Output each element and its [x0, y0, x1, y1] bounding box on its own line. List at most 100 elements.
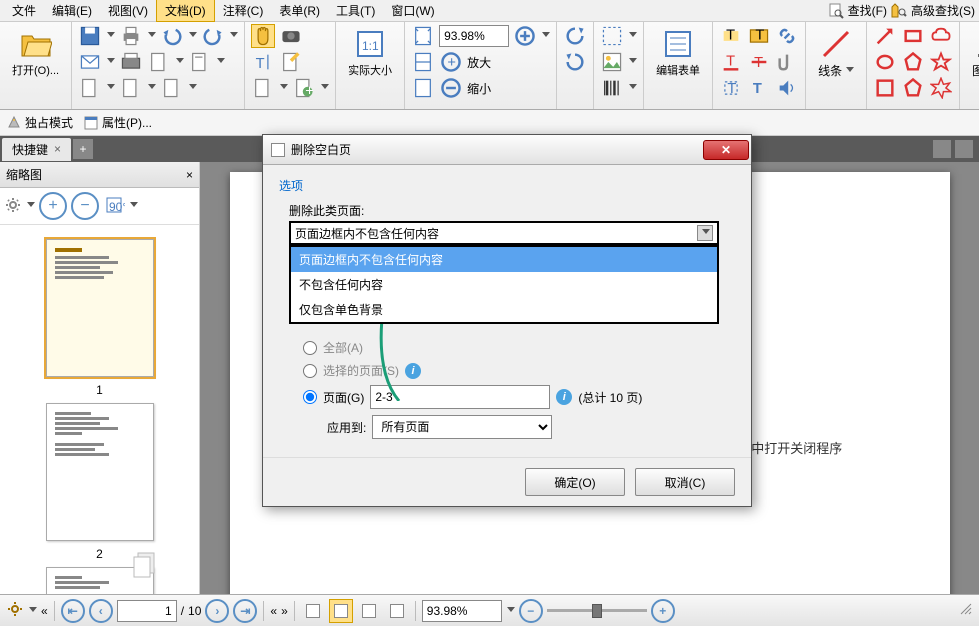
gear-icon[interactable]	[4, 196, 22, 217]
zoom-in-label[interactable]: 放大	[467, 54, 491, 71]
doc4-icon[interactable]	[119, 76, 143, 100]
burst-icon[interactable]	[929, 76, 953, 100]
strikeout-icon[interactable]: T	[747, 50, 771, 74]
menu-comment[interactable]: 注释(C)	[215, 0, 272, 21]
rect2-icon[interactable]	[873, 76, 897, 100]
page-class-combo[interactable]: 页面边框内不包含任何内容	[289, 221, 719, 245]
properties-button[interactable]: 属性(P)...	[83, 114, 152, 131]
select-text-tool[interactable]: T	[251, 50, 275, 74]
zoom-out-label[interactable]: 缩小	[467, 80, 491, 97]
ok-button[interactable]: 确定(O)	[525, 468, 625, 496]
edit-tool[interactable]	[279, 50, 303, 74]
redo-icon[interactable]	[201, 24, 225, 48]
range-all-radio[interactable]	[303, 341, 317, 355]
range-pages-radio[interactable]	[303, 390, 317, 404]
status-zoom-input[interactable]	[422, 600, 502, 622]
hand-tool[interactable]	[251, 24, 275, 48]
chevron-down-icon[interactable]	[697, 225, 713, 241]
single-page-view[interactable]	[301, 599, 325, 623]
range-selected-radio[interactable]	[303, 364, 317, 378]
menu-file[interactable]: 文件	[4, 0, 44, 21]
dialog-close-button[interactable]: ✕	[703, 140, 749, 160]
tab-0[interactable]: 快捷键×	[2, 138, 71, 161]
panel-close-icon[interactable]: ×	[186, 168, 193, 182]
rotate-thumb-icon[interactable]: 90°	[103, 194, 125, 219]
text-note-icon[interactable]: T	[747, 76, 771, 100]
insert-tool[interactable]: +	[292, 76, 316, 100]
caret-icon[interactable]: T	[719, 76, 743, 100]
combo-option-2[interactable]: 仅包含单色背景	[291, 297, 717, 322]
continuous-view[interactable]	[329, 599, 353, 623]
last-page-button[interactable]: ⇥	[233, 599, 257, 623]
stamp-button[interactable]: 图章	[966, 24, 979, 83]
zoom-in-circle[interactable]	[513, 24, 537, 48]
open-button[interactable]: 打开(O)...	[6, 24, 65, 82]
info-icon[interactable]: i	[556, 389, 572, 405]
rotate-ccw-icon[interactable]	[563, 24, 587, 48]
cancel-button[interactable]: 取消(C)	[635, 468, 735, 496]
rotate-cw-icon[interactable]	[563, 50, 587, 74]
edit-form-button[interactable]: 编辑表单	[650, 24, 706, 82]
scan-icon[interactable]	[119, 50, 143, 74]
zoom-slider[interactable]	[547, 609, 647, 612]
combo-option-1[interactable]: 不包含任何内容	[291, 272, 717, 297]
menu-view[interactable]: 视图(V)	[100, 0, 156, 21]
new-tab-button[interactable]: +	[73, 139, 93, 159]
barcode-icon[interactable]	[600, 76, 624, 100]
ellipse-icon[interactable]	[873, 50, 897, 74]
prev-page-button[interactable]: ‹	[89, 599, 113, 623]
status-zoom-out[interactable]: −	[519, 599, 543, 623]
panel-toggle-icon[interactable]: «	[41, 604, 48, 618]
tab-dropdown[interactable]	[933, 140, 951, 158]
facing-view[interactable]	[357, 599, 381, 623]
zoom-out-big[interactable]	[439, 76, 463, 100]
combo-option-0[interactable]: 页面边框内不包含任何内容	[291, 247, 717, 272]
underline-icon[interactable]: T	[719, 50, 743, 74]
polygon2-icon[interactable]	[901, 76, 925, 100]
menu-form[interactable]: 表单(R)	[271, 0, 328, 21]
close-tab-icon[interactable]: ×	[54, 142, 61, 156]
cloud-icon[interactable]	[929, 24, 953, 48]
lines-button[interactable]: 线条	[812, 24, 860, 83]
current-page-input[interactable]	[117, 600, 177, 622]
attach-icon[interactable]	[775, 50, 799, 74]
select-marquee-icon[interactable]	[600, 24, 624, 48]
menu-document[interactable]: 文档(D)	[156, 0, 215, 22]
next-view-icon[interactable]: »	[281, 604, 288, 618]
print-icon[interactable]	[119, 24, 143, 48]
arrow-icon[interactable]	[873, 24, 897, 48]
actual-size-button[interactable]: 1:1 实际大小	[342, 24, 398, 82]
zoom-in-big[interactable]: +	[439, 50, 463, 74]
doc2-icon[interactable]	[188, 50, 212, 74]
exclusive-mode[interactable]: 独占模式	[6, 114, 73, 131]
email-icon[interactable]	[78, 50, 102, 74]
continuous-facing-view[interactable]	[385, 599, 409, 623]
image-icon[interactable]	[600, 50, 624, 74]
menu-window[interactable]: 窗口(W)	[383, 0, 442, 21]
first-page-button[interactable]: ⇤	[61, 599, 85, 623]
info-icon[interactable]: i	[405, 363, 421, 379]
fit-page-icon[interactable]	[411, 24, 435, 48]
zoom-input[interactable]	[439, 25, 509, 47]
thumbnail-1[interactable]	[46, 239, 154, 377]
thumbnail-2[interactable]	[46, 403, 154, 541]
rect-icon[interactable]	[901, 24, 925, 48]
thumb-zoom-in[interactable]: +	[39, 192, 67, 220]
status-zoom-in[interactable]: +	[651, 599, 675, 623]
doc1-icon[interactable]	[147, 50, 171, 74]
thumb-zoom-out[interactable]: −	[71, 192, 99, 220]
find-label[interactable]: 查找(F)	[848, 2, 887, 19]
doc-tool[interactable]	[251, 76, 275, 100]
snapshot-tool[interactable]	[279, 24, 303, 48]
sound-icon[interactable]	[775, 76, 799, 100]
next-page-button[interactable]: ›	[205, 599, 229, 623]
options-gear-icon[interactable]	[6, 600, 24, 621]
star-icon[interactable]	[929, 50, 953, 74]
pages-input[interactable]	[370, 385, 550, 409]
fit-width-icon[interactable]	[411, 50, 435, 74]
fit-visible-icon[interactable]	[411, 76, 435, 100]
save-icon[interactable]	[78, 24, 102, 48]
doc3-icon[interactable]	[78, 76, 102, 100]
adv-find-label[interactable]: 高级查找(S)	[911, 2, 975, 19]
menu-tools[interactable]: 工具(T)	[328, 0, 383, 21]
